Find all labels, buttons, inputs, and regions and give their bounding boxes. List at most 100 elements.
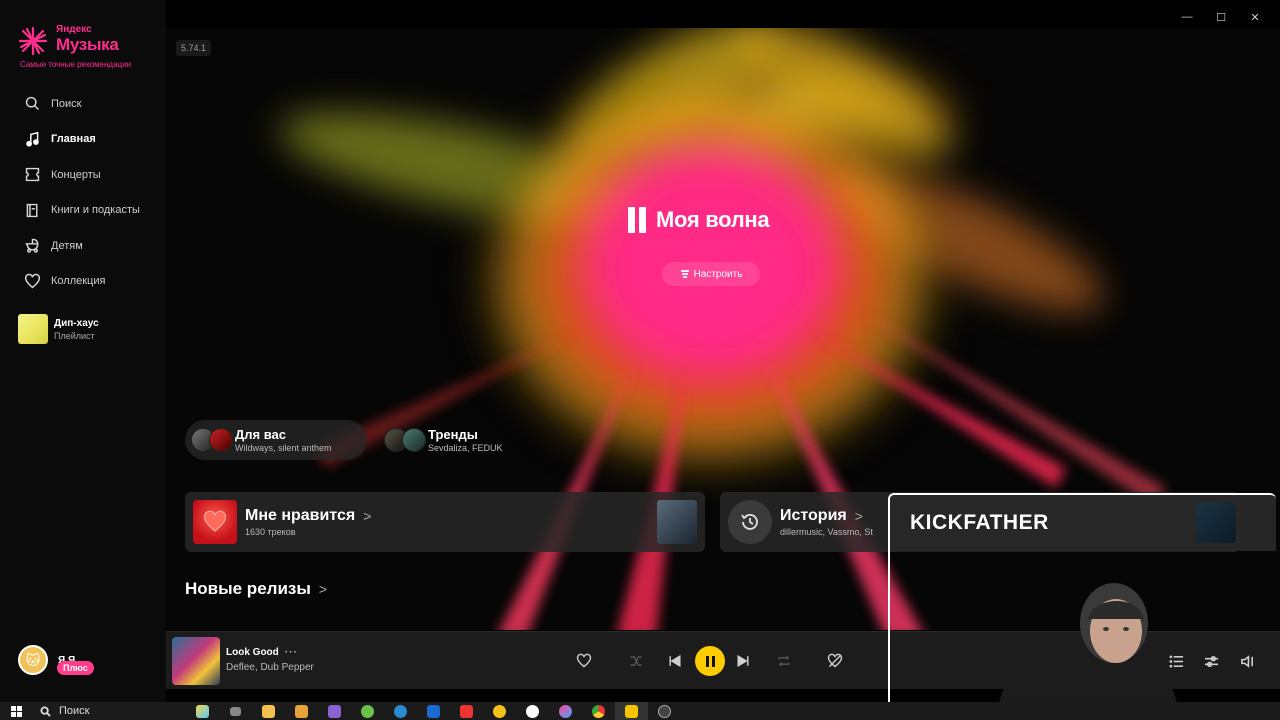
close-button[interactable]: ✕ [1238,8,1272,26]
app-logo[interactable]: Яндекс Музыка Самые точные рекомендации [18,24,158,74]
user-profile[interactable]: 🐱 Я Я Плюс [18,645,94,675]
chip-title: Для вас [235,427,286,442]
track-cover[interactable] [172,637,220,685]
tune-button[interactable]: Настроить [662,262,760,286]
overlay-frame [888,493,1276,707]
windows-logo-icon [10,705,22,717]
taskbar-search[interactable]: Поиск [32,702,172,720]
sidebar: Яндекс Музыка Самые точные рекомендации … [0,0,166,702]
webcam-overlay: KICKFATHER [888,493,1276,707]
chevron-right-icon: > [318,581,328,597]
dislike-button[interactable] [821,647,849,675]
app-green[interactable] [351,702,384,720]
card-subtitle: 1630 треков [245,527,296,537]
previous-button[interactable] [661,647,689,675]
avatar[interactable]: 🐱 [18,645,48,675]
brand-small: Яндекс [56,24,92,35]
task-view-app[interactable] [219,702,252,720]
pause-icon [704,655,716,667]
history-icon [728,500,772,544]
plus-badge[interactable]: Плюс [57,661,94,675]
yandex-music-app[interactable] [615,702,648,720]
minimize-button[interactable]: — [1170,8,1204,26]
playlist-cover [18,314,48,344]
brand-name: Музыка [56,35,119,54]
track-title[interactable]: Look Good [226,647,279,658]
stroller-icon [22,236,42,256]
brand-tagline: Самые точные рекомендации [20,60,132,69]
chip-covers [384,428,426,452]
chip-title: Тренды [428,427,478,442]
liked-tracks-card[interactable]: Мне нравится > 1630 треков [185,492,705,552]
card-title: Мне нравится [245,507,356,524]
section-title: Новые релизы [185,579,311,598]
os-taskbar: Поиск [0,702,1280,720]
next-icon [737,654,749,668]
version-badge: 5.74.1 [176,40,212,56]
more-options-button[interactable]: ··· [285,647,298,658]
chevron-right-icon: > [854,508,863,524]
pause-icon [628,207,646,233]
photos-app[interactable] [285,702,318,720]
copilot-app[interactable] [186,702,219,720]
sidebar-item-kids[interactable]: Детям [22,228,140,264]
filter-lines-icon [680,270,689,278]
sidebar-nav: Поиск Главная Концерты Книги и подкасты … [22,86,140,299]
pinned-title: Дип-хаус [54,317,99,329]
new-releases-heading[interactable]: Новые релизы > [185,579,327,599]
pinned-playlist[interactable]: Дип-хаус Плейлист [18,314,99,344]
yandex-browser-app[interactable] [516,702,549,720]
sidebar-item-label: Детям [51,239,83,252]
chip-subtitle: Sevdaliza, FEDUK [428,443,503,453]
card-subtitle: dillermusic, Vassmo, St [780,527,873,537]
logo-star-icon [18,26,48,56]
pinned-subtitle: Плейлист [54,330,95,341]
my-wave-play[interactable]: Моя волна [628,207,770,233]
app-yellow[interactable] [483,702,516,720]
track-artist[interactable]: Deflee, Dub Pepper [226,662,314,673]
heart-icon [193,500,237,544]
edge-app[interactable] [384,702,417,720]
sidebar-item-label: Главная [51,133,96,146]
chip-for-you[interactable]: Для вас Wildways, silent anthem [185,420,367,460]
sidebar-item-label: Концерты [51,168,101,181]
start-button[interactable] [0,705,32,717]
next-button[interactable] [729,647,757,675]
book-icon [22,200,42,220]
repeat-icon [778,655,790,667]
sidebar-item-concerts[interactable]: Концерты [22,157,140,193]
maximize-button[interactable]: ☐ [1204,8,1238,26]
repeat-button[interactable] [770,647,798,675]
pause-button[interactable] [695,646,725,676]
search-icon [40,705,51,717]
track-thumbnail [657,500,697,544]
tune-label: Настроить [693,268,743,280]
vs-app[interactable] [318,702,351,720]
yandex-app[interactable] [450,702,483,720]
sidebar-item-label: Коллекция [51,275,106,288]
like-button[interactable] [570,647,598,675]
outlook-app[interactable] [417,702,450,720]
sidebar-item-label: Книги и подкасты [51,204,140,217]
search-icon [22,94,42,114]
shuffle-button[interactable] [622,647,650,675]
taskbar-search-label: Поиск [59,705,90,717]
card-title: История [780,507,847,524]
shuffle-icon [630,656,642,666]
sidebar-item-home[interactable]: Главная [22,122,140,158]
sidebar-item-search[interactable]: Поиск [22,86,140,122]
music-note-icon [22,129,42,149]
wave-title: Моя волна [656,207,770,232]
app-gradient[interactable] [549,702,582,720]
window-controls: — ☐ ✕ [1170,8,1272,26]
explorer-app[interactable] [252,702,285,720]
chip-trends[interactable]: Тренды Sevdaliza, FEDUK [378,420,538,460]
app-dark[interactable] [648,702,681,720]
sidebar-item-collection[interactable]: Коллекция [22,264,140,300]
previous-icon [669,654,681,668]
sidebar-item-books[interactable]: Книги и подкасты [22,193,140,229]
chrome-app[interactable] [582,702,615,720]
broken-heart-icon [827,653,843,668]
chip-subtitle: Wildways, silent anthem [235,443,332,453]
chevron-right-icon: > [363,508,372,524]
